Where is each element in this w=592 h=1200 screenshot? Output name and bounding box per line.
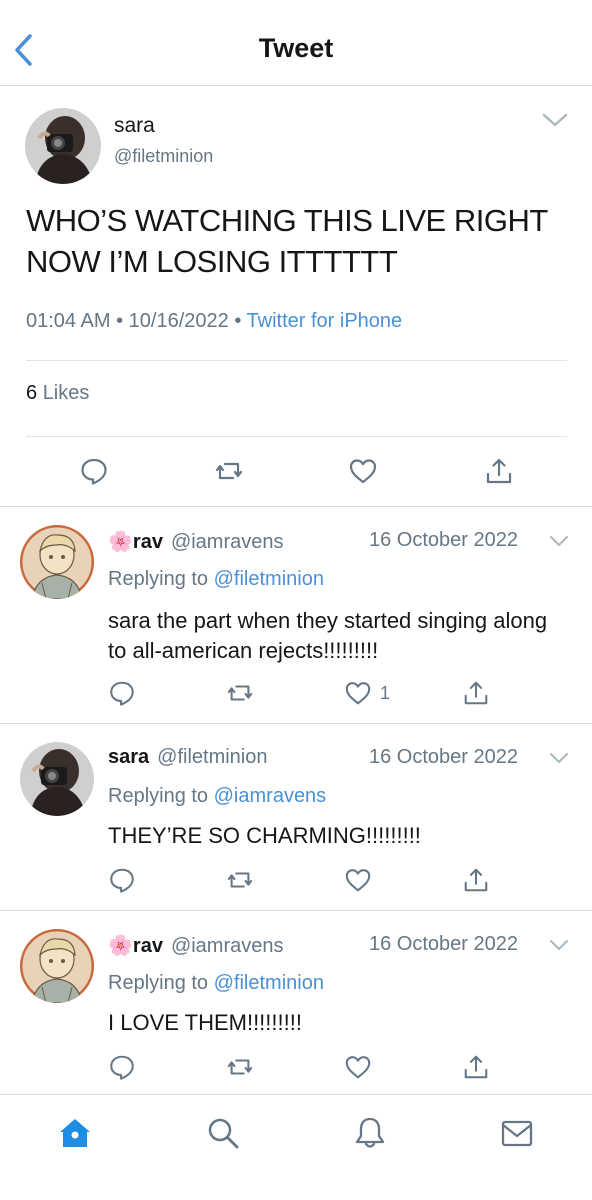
reply-date: 16 October 2022: [369, 933, 518, 955]
share-icon[interactable]: [462, 679, 490, 707]
replying-to: Replying to @filetminion: [108, 568, 324, 591]
tweet-text: WHO’S WATCHING THIS LIVE RIGHT NOW I’M L…: [26, 203, 548, 279]
share-icon[interactable]: [484, 456, 514, 486]
like-heart-icon[interactable]: [348, 456, 378, 486]
retweet-icon[interactable]: [226, 866, 254, 894]
like-heart-icon[interactable]: [344, 679, 372, 707]
replying-label: Replying to: [108, 972, 209, 994]
share-icon[interactable]: [462, 1053, 490, 1081]
retweet-icon[interactable]: [214, 456, 244, 486]
reply-date: 16 October 2022: [369, 529, 518, 551]
avatar[interactable]: [20, 929, 94, 1003]
tweet-time: 01:04 AM: [26, 310, 111, 332]
flower-emoji: 🌸: [108, 531, 133, 553]
mention-link[interactable]: @iamravens: [214, 785, 327, 807]
reply-text: THEY’RE SO CHARMING!!!!!!!!!: [108, 823, 421, 848]
author-name: rav: [132, 935, 163, 957]
author-handle: @iamravens: [170, 935, 284, 957]
search-icon[interactable]: [205, 1115, 241, 1151]
reply-icon[interactable]: [79, 456, 109, 486]
home-icon[interactable]: [57, 1115, 93, 1151]
avatar[interactable]: [20, 525, 94, 599]
tweet-source-link[interactable]: Twitter for iPhone: [247, 310, 403, 332]
replying-label: Replying to: [108, 785, 209, 807]
reply-icon[interactable]: [108, 679, 136, 707]
author-name: rav: [132, 531, 163, 553]
flower-emoji: 🌸: [108, 935, 133, 957]
replying-label: Replying to: [108, 568, 209, 590]
reply-tweet[interactable]: 🌸rav @iamravens 16 October 2022 Replying …: [0, 507, 592, 724]
reply-tweet[interactable]: 🌸rav @iamravens 16 October 2022 Replying …: [0, 911, 592, 1094]
mention-link[interactable]: @filetminion: [214, 972, 324, 994]
author-handle: @filetminion: [157, 746, 268, 768]
like-heart-icon[interactable]: [344, 866, 372, 894]
replying-to: Replying to @iamravens: [108, 785, 326, 808]
tweet-date: 10/16/2022: [128, 310, 229, 332]
author-handle: @iamravens: [170, 531, 284, 553]
reply-author[interactable]: sara @filetminion: [108, 746, 268, 769]
avatar[interactable]: [25, 108, 101, 184]
messages-icon[interactable]: [499, 1115, 535, 1151]
chevron-down-icon[interactable]: [540, 110, 570, 130]
author-handle[interactable]: @filetminion: [114, 146, 213, 167]
divider: [26, 360, 567, 361]
retweet-icon[interactable]: [226, 1053, 254, 1081]
separator-dot: •: [116, 310, 124, 332]
reply-text: sara the part when they started singing …: [108, 608, 548, 663]
likes-label: Likes: [42, 382, 90, 404]
mention-link[interactable]: @filetminion: [214, 568, 324, 590]
replying-to: Replying to @filetminion: [108, 972, 324, 995]
page-title: Tweet: [258, 33, 334, 63]
tweet-metadata: 01:04 AM • 10/16/2022 • Twitter for iPho…: [26, 310, 402, 333]
divider: [26, 436, 567, 437]
like-count: 1: [380, 683, 391, 703]
retweet-icon[interactable]: [226, 679, 254, 707]
reply-date: 16 October 2022: [369, 746, 518, 768]
reply-author[interactable]: 🌸rav @iamravens: [108, 529, 284, 554]
notifications-icon[interactable]: [352, 1115, 388, 1151]
chevron-down-icon[interactable]: [548, 750, 570, 766]
likes-summary[interactable]: 6 Likes: [26, 382, 89, 405]
reply-author[interactable]: 🌸rav @iamravens: [108, 933, 284, 958]
reply-text: I LOVE THEM!!!!!!!!!: [108, 1010, 302, 1035]
top-nav-bar: Tweet: [0, 0, 592, 86]
reply-icon[interactable]: [108, 1053, 136, 1081]
like-heart-icon[interactable]: [344, 1053, 372, 1081]
bottom-tab-bar: [0, 1094, 592, 1200]
share-icon[interactable]: [462, 866, 490, 894]
main-tweet: sara @filetminion WHO’S WATCHING THIS LI…: [0, 86, 592, 507]
reply-tweet[interactable]: sara @filetminion 16 October 2022 Replyin…: [0, 724, 592, 911]
separator-dot: •: [234, 310, 242, 332]
reply-icon[interactable]: [108, 866, 136, 894]
likes-count: 6: [26, 382, 38, 404]
author-name: sara: [108, 746, 150, 768]
author-name[interactable]: sara: [114, 114, 155, 138]
avatar[interactable]: [20, 742, 94, 816]
chevron-down-icon[interactable]: [548, 937, 570, 953]
chevron-down-icon[interactable]: [548, 533, 570, 549]
